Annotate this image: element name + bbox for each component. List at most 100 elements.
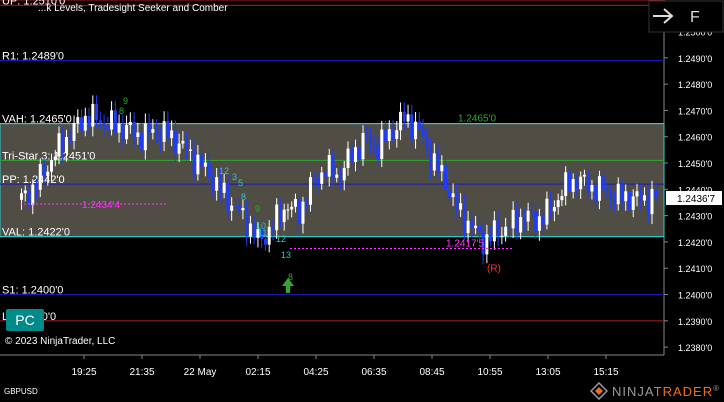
price-tick-label: 1.2430'0	[678, 212, 712, 222]
time-tick-label: 08:45	[419, 367, 444, 378]
candle-body	[447, 189, 451, 198]
candle-body	[579, 176, 583, 190]
price-tick-label: 1.2380'0	[678, 343, 712, 353]
candle-body	[459, 203, 463, 210]
reversal-marker: (R)	[487, 264, 501, 275]
candle-body	[65, 137, 69, 153]
candle-body	[440, 165, 444, 172]
candle-body	[147, 123, 151, 133]
candle-body	[642, 195, 646, 201]
candle-body	[95, 103, 99, 121]
candle-body	[571, 179, 575, 192]
corner-button-label: F	[690, 9, 700, 26]
candle-body	[654, 188, 658, 198]
candle-body	[158, 136, 162, 142]
level-label-val: VAL: 1.2422'0	[2, 227, 70, 239]
candle-body	[308, 177, 312, 205]
candle-body	[155, 129, 159, 137]
price-tick-label: 1.2420'0	[678, 238, 712, 248]
candle-body	[76, 117, 80, 124]
setup-count-label: 13	[281, 250, 291, 260]
candle-body	[616, 183, 620, 205]
pc-button[interactable]: PC	[6, 309, 44, 331]
candle-body	[222, 182, 226, 193]
candle-body	[87, 115, 91, 127]
candle-body	[414, 121, 418, 140]
price-tick-label: 1.2410'0	[678, 264, 712, 274]
candle-body	[489, 234, 493, 242]
candle-body	[181, 140, 185, 144]
time-tick-label: 04:25	[303, 367, 328, 378]
candle-body	[80, 117, 84, 131]
candle-body	[556, 200, 560, 208]
candle-body	[290, 206, 294, 210]
candle-body	[504, 226, 508, 236]
candle-body	[350, 148, 354, 162]
candle-body	[125, 125, 129, 140]
candle-body	[271, 226, 275, 231]
price-tick-label: 1.2480'0	[678, 80, 712, 90]
candle-body	[68, 137, 72, 141]
candle-body	[136, 132, 140, 138]
level-label-tri-star-3: Tri-Star 3: 1.2451'0	[2, 150, 95, 162]
candle-body	[91, 103, 95, 127]
candle-body	[485, 234, 489, 255]
candle-body	[650, 188, 654, 215]
candle-body	[474, 225, 478, 229]
time-tick-label: 22 May	[184, 367, 217, 378]
copyright-text: © 2023 NinjaTrader, LLC	[5, 336, 116, 347]
candle-body	[582, 174, 586, 177]
candle-body	[492, 220, 496, 242]
candle-body	[552, 207, 556, 212]
time-tick-label: 13:05	[535, 367, 560, 378]
candle-body	[38, 164, 42, 190]
candle-body	[53, 156, 57, 161]
candle-body	[57, 133, 61, 157]
candle-body	[477, 225, 481, 232]
candle-body	[357, 147, 361, 160]
candle-body	[612, 198, 616, 205]
setup-count-label: 12	[276, 234, 286, 244]
candle-body	[369, 135, 373, 145]
candle-body	[410, 114, 414, 140]
ninjatrader-logo-icon	[590, 382, 609, 400]
candle-body	[365, 133, 369, 136]
candle-body	[534, 211, 538, 231]
time-tick-label: 10:55	[477, 367, 502, 378]
candle-body	[346, 148, 350, 168]
time-tick-label: 02:15	[245, 367, 270, 378]
setup-count-label: 5	[238, 178, 243, 188]
candle-body	[545, 198, 549, 225]
candle-body	[312, 177, 316, 179]
candle-body	[230, 205, 234, 211]
candle-body	[417, 121, 421, 129]
candle-body	[335, 174, 339, 178]
candle-body	[27, 190, 31, 206]
candle-body	[286, 209, 290, 211]
candle-body	[639, 191, 643, 201]
candle-body	[177, 143, 181, 154]
current-price-label: 1.2436'7	[677, 194, 715, 205]
candle-body	[601, 176, 605, 190]
candle-body	[211, 177, 215, 191]
candle-body	[215, 177, 219, 191]
candle-body	[387, 129, 391, 142]
candle-body	[376, 145, 380, 160]
candle-body	[470, 220, 474, 229]
candle-body	[444, 165, 448, 190]
candle-body	[331, 154, 335, 178]
candle-body	[140, 132, 144, 151]
setup-count-label: 9	[123, 96, 128, 106]
price-tick-label: 1.2390'0	[678, 317, 712, 327]
candle-body	[372, 144, 376, 146]
setup-count-label: 12	[219, 166, 229, 176]
candle-body	[301, 201, 305, 224]
candle-body	[113, 110, 117, 133]
candle-body	[110, 110, 114, 130]
candle-body	[83, 115, 87, 131]
candle-body	[391, 129, 395, 139]
chart-trader-button[interactable]: F	[648, 0, 724, 33]
brand-text: NINJATRADER®	[612, 383, 720, 399]
candle-body	[237, 205, 241, 211]
candle-body	[128, 121, 132, 126]
